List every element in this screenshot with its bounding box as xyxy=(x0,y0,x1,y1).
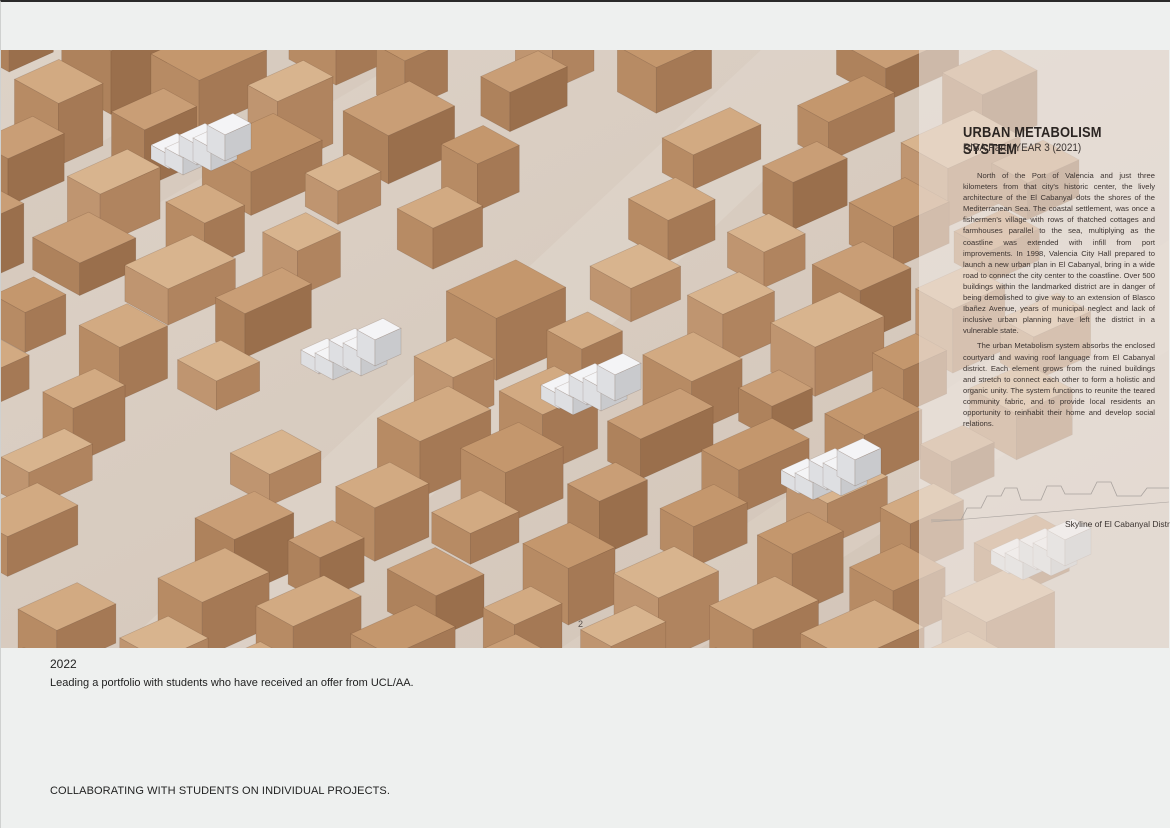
description-paragraph: North of the Port of Valencia and just t… xyxy=(963,171,1155,336)
page-number: 2 xyxy=(578,619,584,629)
lead-text: Leading a portfolio with students who ha… xyxy=(50,677,414,689)
project-description: North of the Port of Valencia and just t… xyxy=(963,170,1155,429)
footer-text: COLLABORATING WITH STUDENTS ON INDIVIDUA… xyxy=(50,785,391,797)
skyline-caption: Skyline of El Cabanyal District xyxy=(1065,519,1170,529)
project-subtitle: RIBA Part I YEAR 3 (2021) xyxy=(963,142,1082,154)
year-label: 2022 xyxy=(50,657,77,671)
description-paragraph: The urban Metabolism system absorbs the … xyxy=(963,341,1155,429)
